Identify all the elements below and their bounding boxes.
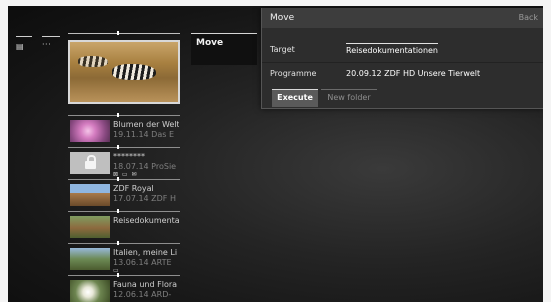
lock-icon [85,161,96,169]
recording-date-channel: 17.07.14 ZDF H [113,194,176,203]
zebra-image [78,56,108,67]
dialog-title: Move [270,13,295,23]
list-divider [68,31,180,35]
film-icon: ▤ [16,42,24,51]
target-field[interactable]: Reisedokumentationen [346,43,439,55]
recordings-list: Blumen der Welt 19.11.14 Das E ******** … [68,31,180,302]
tab-indicator [42,36,60,37]
featured-recording-thumbnail[interactable] [68,40,180,104]
recording-title: Fauna und Flora [113,280,178,289]
dialog-header: Move Back [262,8,543,28]
list-item[interactable]: ZDF Royal 17.07.14 ZDF H [68,177,180,210]
tv-screen: ▤ ··· Blumen der Welt 19.11.14 Das E ***… [8,6,543,302]
move-menu-label: Move [196,38,224,48]
back-button[interactable]: Back [519,13,538,22]
move-dialog: Move Back Target Reisedokumentationen Pr… [261,8,543,109]
list-item[interactable]: Blumen der Welt 19.11.14 Das E [68,113,180,146]
recordings-tab[interactable]: ▤ [16,36,32,51]
more-label: ··· [42,40,52,49]
programme-row: Programme 20.09.12 ZDF HD Unsere Tierwel… [262,61,543,87]
recording-date-channel: 13.06.14 ARTE [113,258,172,267]
new-folder-button[interactable]: New folder [321,89,377,107]
move-menu-item[interactable]: Move [191,33,257,65]
folder-item[interactable]: Reisedokumentat [68,209,180,242]
recording-date-channel: 12.06.14 ARD- [113,290,172,299]
zebra-image [112,64,156,80]
target-row[interactable]: Target Reisedokumentationen [262,37,543,63]
tab-indicator [16,36,32,37]
recording-title: Blumen der Welt [113,120,179,129]
list-item[interactable]: Italien, meine Li 13.06.14 ARTE ▭ [68,241,180,274]
recording-title: ******** [113,152,145,161]
recording-thumbnail [70,152,110,174]
recording-thumbnail [70,280,110,302]
recording-thumbnail [70,248,110,270]
folder-thumbnail [70,216,110,238]
recording-thumbnail [70,184,110,206]
target-label: Target [270,45,295,54]
list-item[interactable]: ******** 18.07.14 ProSie ⊠ ▭ ✉ [68,145,180,178]
recording-title: ZDF Royal [113,184,154,193]
programme-label: Programme [270,69,317,78]
folder-title: Reisedokumentat [113,216,179,225]
recording-title: Italien, meine Li [113,248,178,257]
list-item[interactable]: Fauna und Flora 12.06.14 ARD- [68,273,180,302]
execute-button[interactable]: Execute [272,89,318,107]
programme-value: 20.09.12 ZDF HD Unsere Tierwelt [346,69,481,78]
recording-date-channel: 19.11.14 Das E [113,130,174,139]
more-tab[interactable]: ··· [42,36,60,49]
recording-thumbnail [70,120,110,142]
